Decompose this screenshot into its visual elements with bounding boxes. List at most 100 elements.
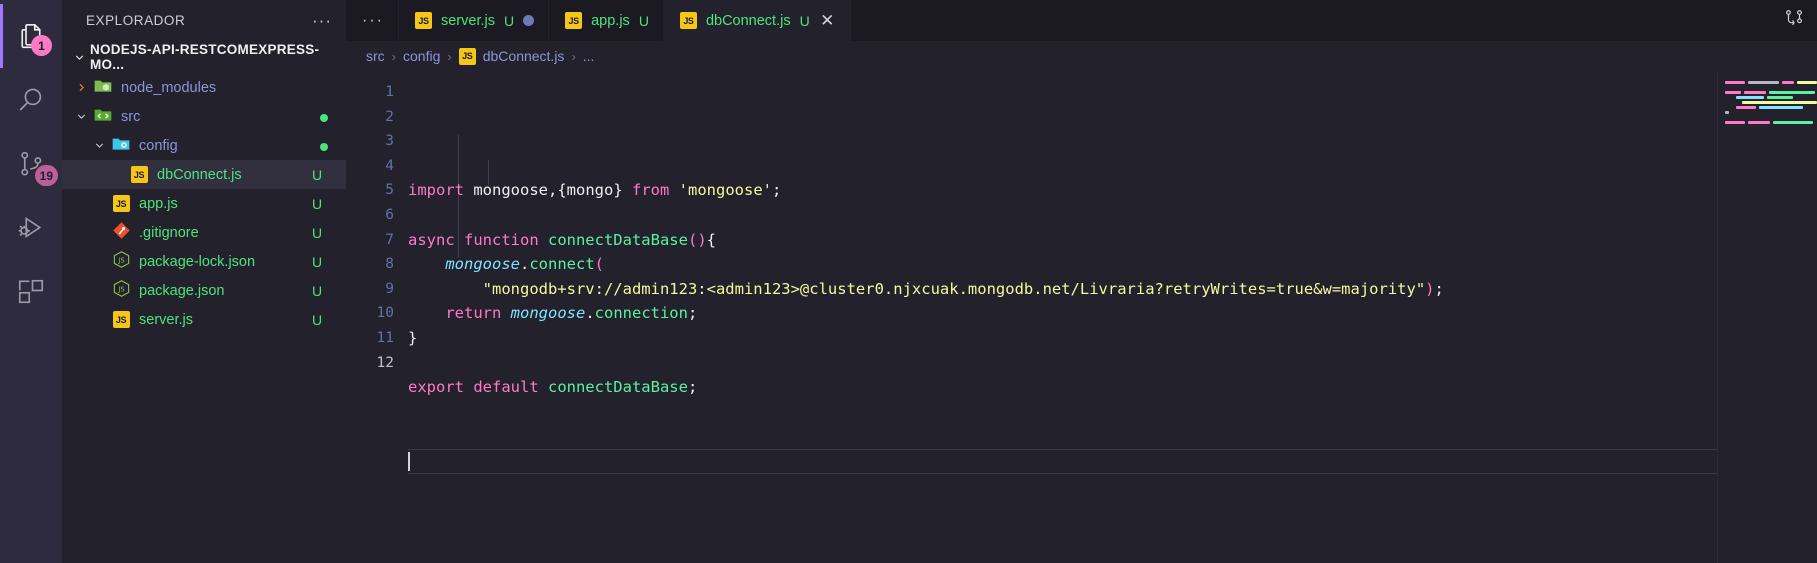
breadcrumb-item-src[interactable]: src <box>366 48 385 64</box>
tree-item-label: server.js <box>139 311 193 328</box>
code-line: export default connectDataBase; <box>408 375 1817 400</box>
workspace-root-label: NODEJS-API-RESTCOMEXPRESS-MO... <box>90 42 320 72</box>
line-number: 10 <box>376 305 394 322</box>
code-token: connect <box>529 255 595 274</box>
editor-actions <box>1783 0 1817 41</box>
folder-node-modules-icon <box>93 76 113 100</box>
tree-item-src[interactable]: src <box>62 102 346 131</box>
line-number: 7 <box>385 231 394 248</box>
workspace-root-row[interactable]: NODEJS-API-RESTCOMEXPRESS-MO... <box>62 41 346 73</box>
breadcrumb-item-config[interactable]: config <box>403 48 440 64</box>
tree-item-server-js[interactable]: JS server.js U <box>62 305 346 334</box>
source-control-badge: 19 <box>34 165 58 186</box>
tree-item-dbconnect-js[interactable]: JS dbConnect.js U <box>62 160 346 189</box>
code-token: ( <box>594 255 604 274</box>
js-file-icon: JS <box>414 12 432 29</box>
line-number: 5 <box>385 182 394 199</box>
tree-item-node-modules[interactable]: node_modules <box>62 73 346 102</box>
git-modified-dot <box>320 114 328 122</box>
minimap-segment <box>1725 81 1746 84</box>
breadcrumb-separator: › <box>447 48 452 64</box>
file-type-icon: JS <box>110 310 132 330</box>
code-token: mongo <box>566 181 614 200</box>
activity-bar: 1 19 <box>0 0 62 563</box>
vscode-window: 1 19 EXPLORADOR ··· NODEJS-API-RESTCOMEX… <box>0 0 1817 563</box>
minimap-segment <box>1725 106 1733 109</box>
extensions-icon <box>16 277 46 307</box>
code-line: return mongoose.connection; <box>408 301 1817 326</box>
tab-overflow-more[interactable]: ··· <box>346 0 399 41</box>
minimap-segment <box>1759 106 1803 109</box>
chevron-down-icon[interactable] <box>72 108 90 126</box>
code-token: ; <box>687 378 698 397</box>
tree-item-package-json[interactable]: JS package.json U <box>62 276 346 305</box>
line-number-gutter: 1 2 3 4 5 6 7 8 9 10 11 12 <box>346 71 408 563</box>
code-line: } <box>408 326 1817 351</box>
code-token: . <box>585 304 595 323</box>
tree-item-label: .gitignore <box>139 224 199 241</box>
code-token: } <box>408 328 418 347</box>
chevron-right-icon[interactable] <box>72 79 90 97</box>
code-token: mongoose <box>473 181 548 200</box>
activity-bar-item-search[interactable] <box>0 68 62 132</box>
minimap-segment <box>1725 101 1739 104</box>
line-number: 8 <box>385 256 394 273</box>
search-icon <box>16 85 46 115</box>
breadcrumb-item-dbconnect-js[interactable]: JS dbConnect.js <box>458 47 564 65</box>
tree-item-gitignore[interactable]: .gitignore U <box>62 218 346 247</box>
minimap-segment <box>1736 106 1756 109</box>
code-token: "mongodb+srv://admin123:<admin123>@clust… <box>482 279 1426 298</box>
text-cursor <box>408 451 410 471</box>
code-editor[interactable]: 1 2 3 4 5 6 7 8 9 10 11 12 import mongoose,{mongo} … <box>346 71 1817 563</box>
activity-bar-item-extensions[interactable] <box>0 260 62 324</box>
git-status-letter: U <box>312 166 323 183</box>
tab-file-icon: JS <box>414 12 432 29</box>
tree-item-package-lock-json[interactable]: JS package-lock.json U <box>62 247 346 276</box>
code-token: ) <box>1425 279 1435 298</box>
close-icon[interactable]: ✕ <box>819 12 836 29</box>
explorer-sidebar: EXPLORADOR ··· NODEJS-API-RESTCOMEXPRESS… <box>62 0 346 563</box>
js-file-icon: JS <box>112 195 130 212</box>
code-line: async function connectDataBase(){ <box>408 228 1817 253</box>
breadcrumb-file-icon: JS <box>458 47 476 65</box>
more-actions-icon[interactable]: ··· <box>312 12 332 29</box>
editor-tab-server-js[interactable]: JS server.js U <box>398 0 550 41</box>
minimap-segment <box>1773 121 1813 124</box>
tree-item-app-js[interactable]: JS app.js U <box>62 189 346 218</box>
activity-bar-item-explorer[interactable]: 1 <box>0 4 62 68</box>
chevron-down-icon[interactable] <box>90 137 108 155</box>
folder-src-icon <box>93 105 113 129</box>
editor-tab-app-js[interactable]: JS app.js U <box>549 0 664 41</box>
minimap-segment <box>1767 96 1793 99</box>
minimap-segment <box>1725 91 1741 94</box>
editor-group: ··· JS server.js U JS app.js U JS dbConnect.js U ✕… <box>346 0 1817 563</box>
file-type-icon <box>92 78 114 98</box>
breadcrumb-label: src <box>366 48 385 64</box>
code-content[interactable]: import mongoose,{mongo} from 'mongoose';… <box>408 71 1817 563</box>
editor-tab-dbconnect-js[interactable]: JS dbConnect.js U ✕ <box>663 0 851 41</box>
code-token: { <box>706 230 716 249</box>
activity-bar-item-source-control[interactable]: 19 <box>0 132 62 196</box>
code-token: mongoose <box>445 255 520 274</box>
tab-file-icon: JS <box>679 12 697 29</box>
tab-dirty-indicator[interactable] <box>523 15 535 26</box>
code-token: ; <box>772 181 782 200</box>
editor-tab-bar: ··· JS server.js U JS app.js U JS dbConnect.js U ✕ <box>346 0 1817 41</box>
line-number: 11 <box>376 329 394 346</box>
js-file-icon: JS <box>679 12 697 29</box>
git-status-letter: U <box>312 311 323 328</box>
file-type-icon <box>110 222 132 243</box>
tree-item-config[interactable]: config <box>62 131 346 160</box>
code-token: ; <box>687 304 698 323</box>
file-type-icon <box>110 136 132 156</box>
activity-bar-item-run-and-debug[interactable] <box>0 196 62 260</box>
split-editor-icon[interactable] <box>1783 8 1805 34</box>
chevron-down-icon[interactable] <box>70 48 88 66</box>
minimap[interactable] <box>1717 71 1817 563</box>
nodejs-file-icon: JS <box>112 279 131 302</box>
breadcrumb-item--[interactable]: ... <box>583 48 595 64</box>
